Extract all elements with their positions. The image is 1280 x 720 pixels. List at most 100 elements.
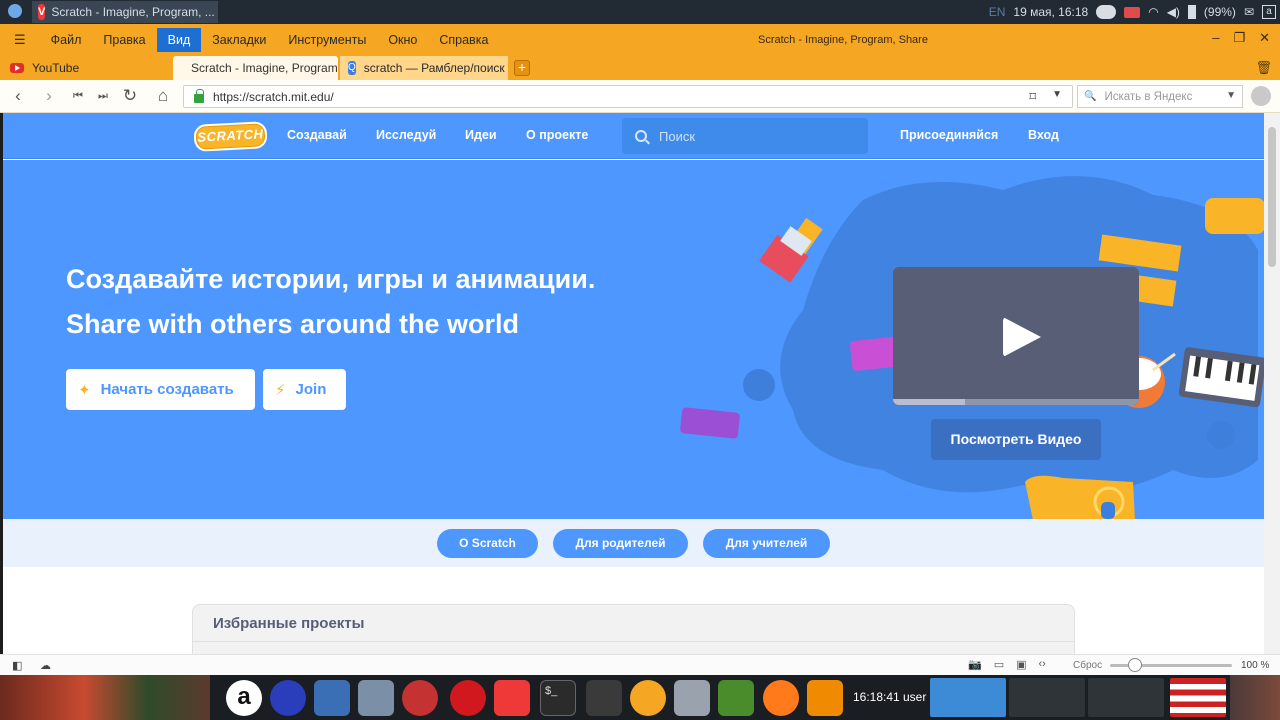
image-icon[interactable]: ▣ xyxy=(1016,658,1026,671)
search-icon: 🔍 xyxy=(1084,91,1097,102)
forward-icon[interactable]: › xyxy=(38,85,60,107)
a-app-icon[interactable]: a xyxy=(226,680,262,716)
chevron-down-icon[interactable]: ▼ xyxy=(1226,90,1236,101)
scratch-search-input[interactable]: Поиск xyxy=(622,118,868,154)
audio-app-icon[interactable] xyxy=(270,680,306,716)
wifi-icon[interactable]: ◠ xyxy=(1148,5,1158,19)
vivaldi-icon[interactable] xyxy=(494,680,530,716)
task-vivaldi-window[interactable] xyxy=(930,678,1006,717)
calculator-icon[interactable] xyxy=(314,680,350,716)
recycle-app-icon[interactable] xyxy=(718,680,754,716)
fast-forward-icon[interactable]: ⏭ xyxy=(92,85,114,107)
nav-ideas[interactable]: Идеи xyxy=(465,128,497,142)
home-icon[interactable]: ⌂ xyxy=(152,85,174,107)
wallpaper-area xyxy=(0,675,210,720)
code-icon[interactable]: ‹› xyxy=(1039,658,1046,671)
nav-explore[interactable]: Исследуй xyxy=(376,128,436,142)
dock: a $_ 16:18:41 user xyxy=(210,675,1230,720)
address-bar[interactable]: https://scratch.mit.edu/ ⌑ ▼ xyxy=(183,85,1073,108)
bookmark-icon[interactable]: ⌑ xyxy=(1029,89,1036,105)
settings-app-icon[interactable] xyxy=(358,680,394,716)
user-icon[interactable]: a xyxy=(1262,5,1276,19)
intro-video[interactable] xyxy=(893,267,1139,405)
start-creating-button[interactable]: ✦ Начать создавать xyxy=(66,369,255,410)
datetime[interactable]: 19 мая, 16:18 xyxy=(1013,5,1088,19)
menu-bookmarks[interactable]: Закладки xyxy=(201,28,277,52)
scratch-logo[interactable]: SCRATCH xyxy=(193,121,268,152)
web-page: SCRATCH Создавай Исследуй Идеи О проекте… xyxy=(3,113,1264,654)
menu-help[interactable]: Справка xyxy=(428,28,499,52)
hero-title: Создавайте истории, игры и анимации. xyxy=(66,264,596,294)
camera-icon[interactable]: 📷 xyxy=(968,658,982,671)
maximize-icon[interactable]: ❐ xyxy=(1233,30,1245,46)
trash-icon[interactable]: 🗑 xyxy=(1255,60,1272,76)
paintbrush-icon xyxy=(759,217,823,283)
hamburger-menu-icon[interactable]: ☰ xyxy=(14,32,26,48)
vivaldi-icon: V xyxy=(38,4,46,20)
search-icon xyxy=(635,130,647,142)
splash-dot xyxy=(1207,421,1235,449)
taskbar-user[interactable]: user xyxy=(903,690,926,704)
rabbit-app-icon[interactable] xyxy=(402,680,438,716)
battery-icon[interactable] xyxy=(1187,5,1196,19)
button-label: Начать создавать xyxy=(100,381,234,398)
volume-icon[interactable]: ◀) xyxy=(1167,5,1180,19)
app-menu-icon[interactable] xyxy=(8,4,22,18)
close-icon[interactable]: ✕ xyxy=(1259,30,1270,46)
watch-video-button[interactable]: Посмотреть Видео xyxy=(931,419,1101,460)
profile-avatar-icon[interactable] xyxy=(1251,86,1271,106)
wallpaper-area xyxy=(1230,675,1280,720)
yellow-block xyxy=(1205,198,1264,234)
firefox-icon[interactable] xyxy=(763,680,799,716)
task-files-window[interactable] xyxy=(1088,678,1164,717)
weather-icon[interactable] xyxy=(1096,5,1117,19)
window-icon[interactable]: ▭ xyxy=(994,658,1004,671)
keyboard-icon[interactable] xyxy=(586,680,622,716)
nav-about[interactable]: О проекте xyxy=(526,128,588,142)
opera-icon[interactable] xyxy=(450,680,486,716)
terminal-icon[interactable]: $_ xyxy=(540,680,576,716)
tab-label: YouTube xyxy=(32,61,80,75)
back-icon[interactable]: ‹ xyxy=(7,85,29,107)
tab-scratch[interactable]: Scratch - Imagine, Program xyxy=(173,56,338,80)
for-parents-button[interactable]: Для родителей xyxy=(553,529,688,558)
tab-youtube[interactable]: YouTube xyxy=(2,56,170,80)
scrollbar-thumb[interactable] xyxy=(1268,127,1276,267)
signin-link[interactable]: Вход xyxy=(1028,128,1059,142)
new-tab-button[interactable]: + xyxy=(514,60,530,76)
task-image-window[interactable] xyxy=(1009,678,1085,717)
vlc-icon[interactable] xyxy=(807,680,843,716)
for-educators-button[interactable]: Для учителей xyxy=(703,529,830,558)
menu-view[interactable]: Вид xyxy=(156,28,202,52)
menu-file[interactable]: Файл xyxy=(40,28,93,52)
zoom-reset-button[interactable]: Сброс xyxy=(1073,660,1102,671)
taskbar-window-button[interactable]: V Scratch - Imagine, Program, ... xyxy=(32,1,218,23)
record-icon[interactable] xyxy=(1124,6,1141,18)
scratch-cat-icon[interactable] xyxy=(630,680,666,716)
play-icon[interactable] xyxy=(1003,317,1041,357)
tab-label: Scratch - Imagine, Program xyxy=(191,61,338,75)
mail-icon[interactable]: ✉ xyxy=(1244,5,1254,19)
rewind-icon[interactable]: ⏮ xyxy=(67,85,89,107)
menu-tools[interactable]: Инструменты xyxy=(277,28,377,52)
minimize-icon[interactable]: – xyxy=(1212,30,1219,46)
chevron-down-icon[interactable]: ▼ xyxy=(1052,89,1062,100)
camera-app-icon[interactable] xyxy=(674,680,710,716)
menu-edit[interactable]: Правка xyxy=(92,28,156,52)
search-engine-input[interactable]: 🔍 Искать в Яндекс ▼ xyxy=(1077,85,1243,108)
about-scratch-button[interactable]: О Scratch xyxy=(437,529,538,558)
page-scrollbar[interactable] xyxy=(1264,113,1280,654)
menu-window[interactable]: Окно xyxy=(377,28,428,52)
reload-icon[interactable]: ↻ xyxy=(119,85,141,107)
zoom-slider-handle[interactable] xyxy=(1128,658,1142,672)
keyboard-layout[interactable]: EN xyxy=(989,5,1006,19)
sync-cloud-icon[interactable]: ☁ xyxy=(40,659,51,672)
us-flag-icon[interactable] xyxy=(1170,678,1226,717)
tab-rambler[interactable]: Q scratch — Рамблер/поиск xyxy=(340,56,508,80)
splash-dot xyxy=(743,369,775,401)
panel-toggle-icon[interactable]: ◧ xyxy=(12,659,22,672)
nav-create[interactable]: Создавай xyxy=(287,128,347,142)
join-button[interactable]: ⚡ Join xyxy=(263,369,346,410)
taskbar-clock[interactable]: 16:18:41 xyxy=(853,690,900,704)
join-link[interactable]: Присоединяйся xyxy=(900,128,998,142)
